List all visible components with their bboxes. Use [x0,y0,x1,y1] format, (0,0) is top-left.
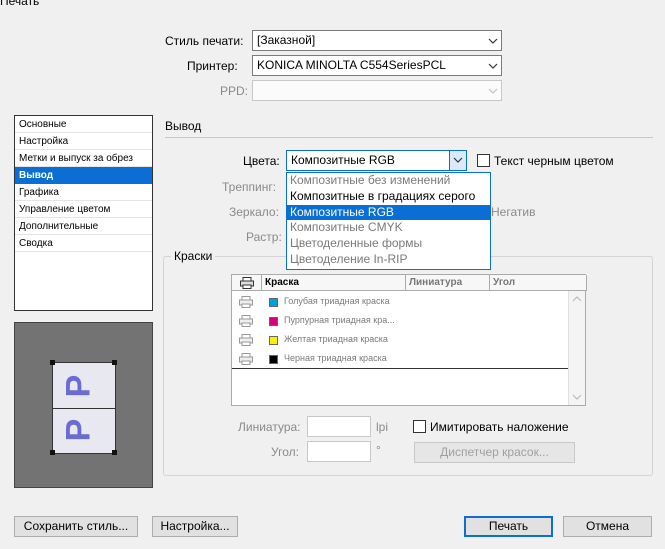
preview-page: P P [50,360,117,455]
table-row[interactable]: Черная триадная краска [232,350,569,369]
print-style-label: Стиль печати: [165,34,244,48]
corner-marker [112,360,117,365]
column-header-angle: Угол [490,275,587,291]
color-option-composite-rgb[interactable]: Композитные RGB [287,204,490,221]
preview-glyph-bottom: P [59,418,98,442]
negative-label: Негатив [491,205,536,219]
color-select-value: Композитные RGB [291,153,395,167]
ink-swatch [269,336,278,345]
printer-icon [239,296,253,308]
preview-glyph-top: P [59,374,98,398]
color-select[interactable]: Композитные RGB [286,150,467,171]
corner-marker [112,450,117,455]
color-dropdown-list[interactable]: Композитные без изменений Композитные в … [286,172,491,270]
category-item-general[interactable]: Основные [15,116,152,133]
color-label: Цвета: [243,154,280,168]
inks-table[interactable]: Краска Линиатура Угол Голубая триадная к… [231,274,587,406]
ink-name: Пурпурная триадная кра... [284,315,395,325]
simulate-overprint-checkbox[interactable] [413,420,426,433]
corner-marker [50,360,55,365]
printer-select[interactable]: KONICA MINOLTA C554SeriesPCL [252,55,502,76]
color-option-in-rip-separations: Цветоделение In-RIP [290,251,408,266]
frequency-input [307,416,371,437]
column-header-ink: Краска [262,275,406,291]
ink-name: Желтая триадная краска [284,334,388,344]
table-row[interactable]: Желтая триадная краска [232,331,569,350]
chevron-down-icon [488,63,498,69]
frequency-label: Линиатура: [238,420,301,434]
printer-label: Принтер: [187,59,238,73]
text-black-checkbox[interactable] [477,154,490,167]
category-item-output[interactable]: Вывод [15,167,152,184]
print-style-value: [Заказной] [257,33,316,47]
color-option-composite-gray[interactable]: Композитные в градациях серого [287,189,490,205]
ink-swatch [269,317,278,326]
angle-unit: ° [376,443,381,457]
print-column-header [232,275,262,291]
chevron-down-icon [488,38,498,44]
text-black-label: Текст черным цветом [494,154,614,168]
ppd-label: PPD: [220,84,249,98]
trapping-label: Треппинг: [222,180,277,194]
category-item-marks-bleed[interactable]: Метки и выпуск за обрез [15,150,152,167]
category-item-graphics[interactable]: Графика [15,184,152,201]
printer-icon [239,315,253,327]
chevron-down-icon [488,88,498,94]
frequency-unit: lpi [376,420,389,434]
table-scrollbar[interactable] [568,291,585,405]
color-select-button[interactable] [449,151,466,170]
color-option-composite-leave-unchanged: Композитные без изменений [290,173,451,187]
ink-swatch [269,298,278,307]
table-row[interactable]: Пурпурная триадная кра... [232,312,569,331]
save-style-button[interactable]: Сохранить стиль... [14,516,138,537]
cancel-button[interactable]: Отмена [563,516,652,537]
preview-divider [53,408,115,409]
category-item-summary[interactable]: Сводка [15,235,152,252]
color-option-separations: Цветоделенные формы [290,236,423,251]
window-title: Печать [0,0,40,8]
category-item-color-management[interactable]: Управление цветом [15,201,152,218]
page-preview[interactable]: P P [14,322,153,488]
printer-icon [239,353,253,365]
setup-button[interactable]: Настройка... [152,516,238,537]
ink-name: Черная триадная краска [284,353,387,363]
ink-name: Голубая триадная краска [284,296,390,306]
mirror-label: Зеркало: [229,205,279,219]
ppd-select [252,80,502,101]
category-item-advanced[interactable]: Дополнительные [15,218,152,235]
column-header-frequency: Линиатура [406,275,490,291]
printer-value: KONICA MINOLTA C554SeriesPCL [257,58,446,72]
chevron-down-icon[interactable] [572,392,582,402]
angle-input [307,441,371,462]
printer-icon [240,277,254,289]
category-item-setup[interactable]: Настройка [15,133,152,150]
chevron-down-icon [453,157,463,163]
color-option-composite-cmyk: Композитные CMYK [290,220,403,235]
printer-icon [239,334,253,346]
chevron-up-icon[interactable] [572,294,582,304]
category-list[interactable]: Основные Настройка Метки и выпуск за обр… [14,115,153,311]
angle-label: Угол: [271,445,299,459]
print-button[interactable]: Печать [464,516,553,537]
corner-marker [50,450,55,455]
section-title: Вывод [165,119,202,133]
table-row[interactable]: Голубая триадная краска [232,293,569,312]
print-style-select[interactable]: [Заказной] [252,30,502,51]
ink-manager-button: Диспетчер красок... [414,442,575,463]
inks-group-title: Краски [171,249,216,263]
ink-swatch [269,355,278,364]
section-divider [165,137,653,138]
simulate-overprint-label: Имитировать наложение [430,420,569,434]
screen-label: Растр: [246,230,282,244]
